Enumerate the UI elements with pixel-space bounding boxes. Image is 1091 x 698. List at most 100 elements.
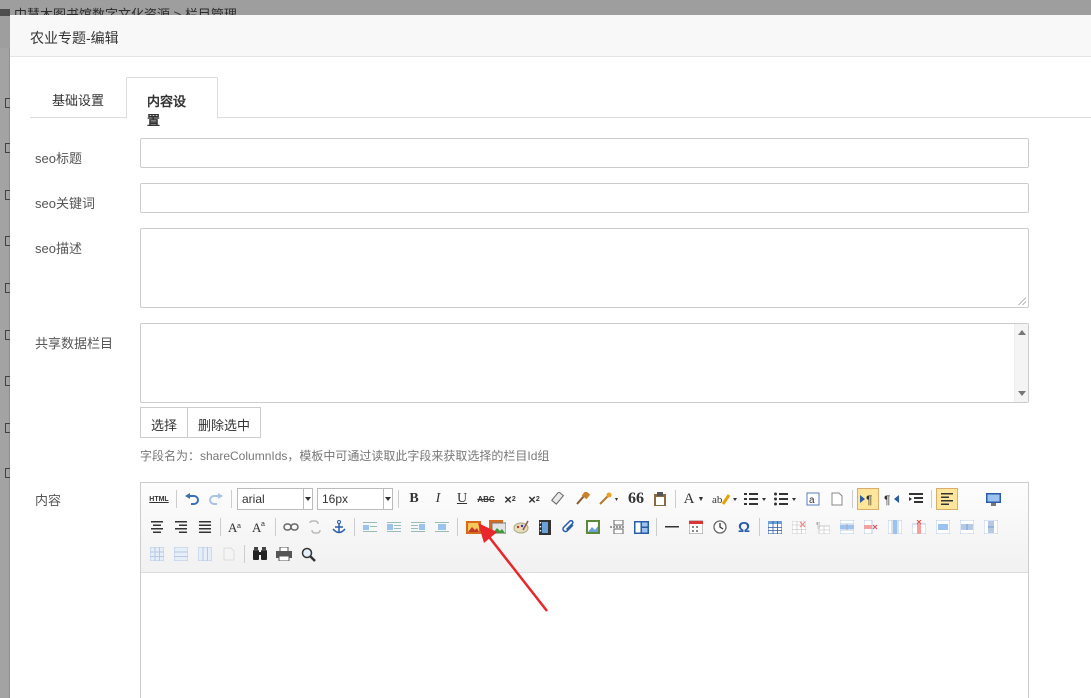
merge-right-icon[interactable] <box>956 516 978 538</box>
italic-button[interactable]: I <box>427 488 449 510</box>
fullscreen-icon[interactable] <box>982 488 1004 510</box>
anchor-text-icon[interactable]: a <box>802 488 824 510</box>
insert-image-icon[interactable] <box>462 516 484 538</box>
insert-paragraph-before-table-icon[interactable]: ¶ <box>812 516 834 538</box>
horizontal-rule-icon[interactable] <box>661 516 683 538</box>
insert-date-icon[interactable] <box>685 516 707 538</box>
merge-down-icon[interactable] <box>980 516 1002 538</box>
lowercase-icon[interactable]: Aa <box>249 516 271 538</box>
paste-plain-icon[interactable] <box>649 488 671 510</box>
subscript-icon[interactable]: × 2 <box>523 488 545 510</box>
justify-right-icon[interactable] <box>170 516 192 538</box>
tab-bar: 基础设置 内容设置 <box>30 77 1091 128</box>
template-icon[interactable] <box>630 516 652 538</box>
scroll-down-icon[interactable] <box>1018 391 1026 396</box>
toolbar-separator <box>354 518 355 536</box>
seo-title-label: seo标题 <box>35 151 82 166</box>
strikethrough-button[interactable]: ABC <box>475 488 497 510</box>
modal-title: 农业专题-编辑 <box>10 15 1091 57</box>
scrawl-icon[interactable] <box>510 516 532 538</box>
undo-icon[interactable] <box>181 488 203 510</box>
delete-row-icon[interactable] <box>860 516 882 538</box>
svg-text:a: a <box>261 521 265 528</box>
tab-content-settings[interactable]: 内容设置 <box>126 77 218 128</box>
align-left-icon[interactable] <box>936 488 958 510</box>
svg-text:ab: ab <box>712 494 723 506</box>
preview-icon[interactable] <box>297 543 319 565</box>
insert-video-icon[interactable] <box>534 516 556 538</box>
blockquote-button[interactable]: 66 <box>625 488 647 510</box>
delete-table-icon[interactable] <box>788 516 810 538</box>
indent-icon[interactable] <box>905 488 927 510</box>
format-painter-icon[interactable] <box>571 488 593 510</box>
font-family-value: arial <box>242 492 265 506</box>
resize-handle[interactable] <box>1018 297 1026 305</box>
uppercase-icon[interactable]: Aa <box>225 516 247 538</box>
multi-image-icon[interactable] <box>486 516 508 538</box>
seo-keywords-input[interactable] <box>140 183 1029 213</box>
toolbar-separator <box>275 518 276 536</box>
seo-description-label: seo描述 <box>35 241 82 256</box>
font-color-label: A <box>683 490 695 507</box>
image-left-icon[interactable] <box>383 516 405 538</box>
auto-format-icon[interactable] <box>595 488 623 510</box>
link-icon[interactable] <box>280 516 302 538</box>
image-right-icon[interactable] <box>407 516 429 538</box>
editor-content-area[interactable] <box>141 573 1028 698</box>
split-to-cells-icon[interactable] <box>146 543 168 565</box>
code-block-icon[interactable] <box>218 543 240 565</box>
insert-column-icon[interactable] <box>884 516 906 538</box>
split-to-rows-icon[interactable] <box>170 543 192 565</box>
shared-columns-buttons: 选择 删除选中 <box>140 407 262 438</box>
insert-table-icon[interactable] <box>764 516 786 538</box>
insert-row-icon[interactable] <box>836 516 858 538</box>
ltr-direction-icon[interactable]: ¶ <box>857 488 879 510</box>
chevron-down-icon <box>383 489 392 509</box>
unordered-list-icon[interactable] <box>772 488 800 510</box>
justify-center-icon[interactable] <box>146 516 168 538</box>
toolbar-separator <box>220 518 221 536</box>
delete-column-icon[interactable] <box>908 516 930 538</box>
html-source-button[interactable]: HTML <box>146 488 172 510</box>
tab-basic-settings[interactable]: 基础设置 <box>32 77 126 118</box>
underline-button[interactable]: U <box>451 488 473 510</box>
new-document-icon[interactable] <box>826 488 848 510</box>
image-center-icon[interactable] <box>431 516 453 538</box>
image-search-icon[interactable] <box>582 516 604 538</box>
listbox-scrollbar[interactable] <box>1014 324 1028 402</box>
font-size-select[interactable]: 16px <box>317 488 393 510</box>
highlight-color-icon[interactable]: ab <box>710 488 740 510</box>
superscript-icon[interactable]: × 2 <box>499 488 521 510</box>
split-to-cols-icon[interactable] <box>194 543 216 565</box>
rtl-direction-icon[interactable]: ¶ <box>881 488 903 510</box>
svg-text:¶: ¶ <box>816 521 820 530</box>
seo-description-textarea[interactable] <box>140 228 1029 308</box>
eraser-icon[interactable] <box>547 488 569 510</box>
image-float-none-icon[interactable] <box>359 516 381 538</box>
toolbar-separator <box>759 518 760 536</box>
special-chars-button[interactable]: Ω <box>733 516 755 538</box>
scroll-up-icon[interactable] <box>1018 330 1026 335</box>
anchor-icon[interactable] <box>328 516 350 538</box>
redo-icon[interactable] <box>205 488 227 510</box>
merge-cells-icon[interactable] <box>932 516 954 538</box>
insert-time-icon[interactable] <box>709 516 731 538</box>
page-break-icon[interactable] <box>606 516 628 538</box>
attachment-icon[interactable] <box>558 516 580 538</box>
find-replace-icon[interactable] <box>249 543 271 565</box>
ordered-list-icon[interactable] <box>742 488 770 510</box>
unlink-icon[interactable] <box>304 516 326 538</box>
toolbar-row-2: Aa Aa Ω ¶ <box>145 515 1003 539</box>
delete-selected-button[interactable]: 删除选中 <box>188 407 262 438</box>
select-button[interactable]: 选择 <box>140 407 189 438</box>
toolbar-separator <box>176 490 177 508</box>
toolbar-row-1: HTML arial 16px B I U ABC × 2 × 2 66 A ▼… <box>145 487 1005 511</box>
seo-title-input[interactable] <box>140 138 1029 168</box>
font-family-select[interactable]: arial <box>237 488 313 510</box>
justify-full-icon[interactable] <box>194 516 216 538</box>
bold-button[interactable]: B <box>403 488 425 510</box>
shared-columns-listbox[interactable] <box>140 323 1029 403</box>
print-icon[interactable] <box>273 543 295 565</box>
toolbar-separator <box>231 490 232 508</box>
font-color-button[interactable]: A ▼ <box>680 488 708 510</box>
